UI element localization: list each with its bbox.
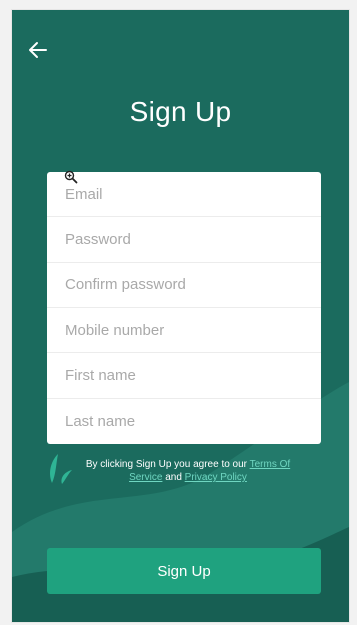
email-field[interactable]	[47, 172, 321, 218]
terms-notice: By clicking Sign Up you agree to our Ter…	[74, 458, 302, 484]
signup-form	[47, 172, 321, 444]
leaf-icon	[50, 454, 72, 484]
zoom-in-icon	[64, 170, 78, 184]
mobile-number-field[interactable]	[47, 307, 321, 354]
page-title: Sign Up	[129, 96, 232, 127]
password-field[interactable]	[47, 217, 321, 263]
privacy-policy-link[interactable]: Privacy Policy	[185, 472, 247, 483]
signup-screen: Sign Up By clicking Sign Up you agree to…	[12, 10, 349, 622]
arrow-left-icon[interactable]	[26, 38, 50, 62]
last-name-field[interactable]	[47, 398, 321, 444]
terms-joiner: and	[162, 472, 185, 483]
terms-text: By clicking Sign Up you agree to our	[85, 459, 250, 470]
sign-up-button[interactable]: Sign Up	[47, 548, 321, 594]
confirm-password-field[interactable]	[47, 262, 321, 308]
first-name-field[interactable]	[47, 353, 321, 399]
